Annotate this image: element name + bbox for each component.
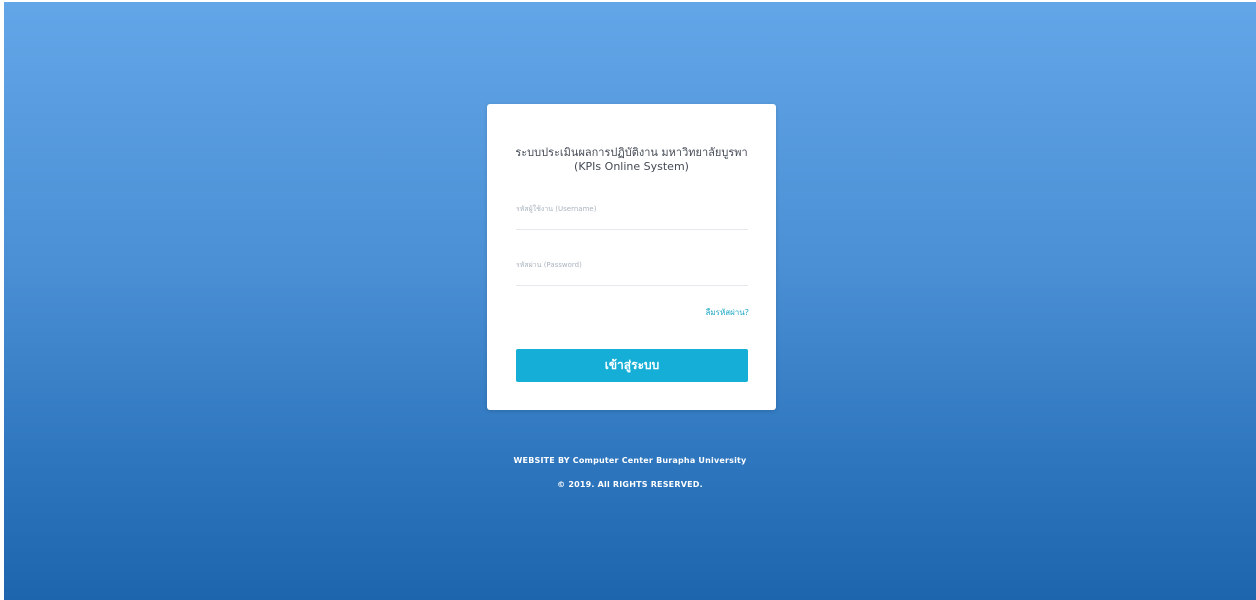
login-title-line2: (KPIs Online System): [574, 160, 689, 173]
footer-credit: WEBSITE BY Computer Center Burapha Unive…: [513, 456, 747, 465]
username-input[interactable]: [516, 199, 748, 219]
login-button[interactable]: เข้าสู่ระบบ: [516, 349, 748, 382]
login-title: ระบบประเมินผลการปฏิบัติงาน มหาวิทยาลัยบู…: [487, 146, 776, 174]
login-page-background: ระบบประเมินผลการปฏิบัติงาน มหาวิทยาลัยบู…: [4, 2, 1256, 600]
username-field: [516, 199, 748, 230]
footer-copyright: © 2019. All RIGHTS RESERVED.: [557, 480, 703, 489]
login-title-line1: ระบบประเมินผลการปฏิบัติงาน มหาวิทยาลัยบู…: [515, 146, 748, 159]
login-card: ระบบประเมินผลการปฏิบัติงาน มหาวิทยาลัยบู…: [487, 104, 776, 410]
forgot-password-link[interactable]: ลืมรหัสผ่าน?: [705, 306, 749, 319]
password-field: [516, 255, 748, 286]
password-input[interactable]: [516, 255, 748, 275]
